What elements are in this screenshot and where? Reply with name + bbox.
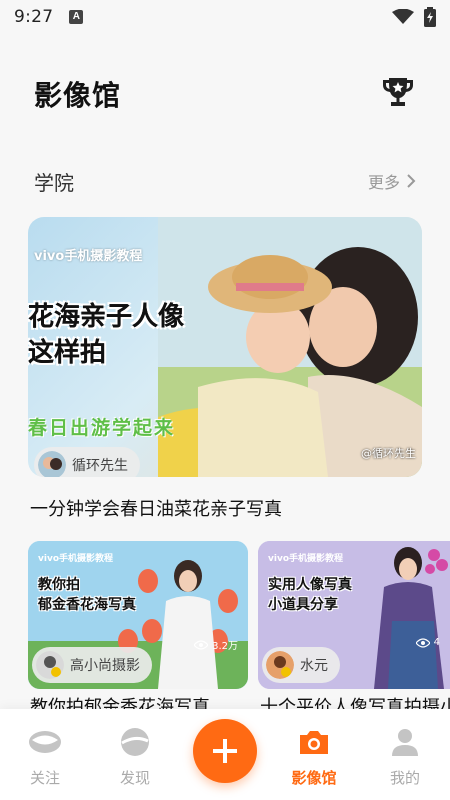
tab-gallery[interactable]: 影像馆: [279, 727, 349, 788]
status-time: 9:27: [14, 7, 54, 27]
hero-headline: 花海亲子人像 这样拍: [28, 299, 184, 371]
tutorial-card[interactable]: vivo手机摄影教程 实用人像写真 小道具分享 4 水元: [258, 541, 450, 689]
view-count: 3.2万: [194, 637, 238, 652]
create-button[interactable]: [193, 719, 257, 783]
avatar: [266, 651, 294, 679]
bottom-tab-bar: 关注 发现 影像馆 我的: [0, 709, 450, 800]
view-count-value: 4: [433, 637, 440, 648]
battery-icon: [424, 7, 436, 27]
page-header: 影像馆: [0, 34, 450, 149]
hero-headline-line2: 这样拍: [28, 338, 107, 368]
status-bar: 9:27 A: [0, 0, 450, 34]
notification-icon: A: [69, 10, 84, 24]
tab-label: 影像馆: [291, 769, 337, 787]
author-name: 水元: [300, 658, 328, 674]
hero-tag: vivo手机摄影教程: [34, 249, 143, 264]
content-area: vivo手机摄影教程 花海亲子人像 这样拍 春日出游学起来 @循环先生 循环先生…: [0, 209, 450, 717]
tab-discover[interactable]: 发现: [100, 727, 170, 788]
discover-icon: [121, 728, 149, 756]
author-chip[interactable]: 高小尚摄影: [32, 647, 152, 683]
hero-caption[interactable]: 一分钟学会春日油菜花亲子写真: [30, 495, 282, 521]
eye-icon: [194, 639, 209, 650]
card-headline-line2: 小道具分享: [268, 597, 338, 613]
chevron-right-icon: [407, 174, 416, 188]
academy-section-header: 学院 更多: [0, 149, 450, 209]
view-count-value: 3.2万: [212, 641, 238, 652]
page-title: 影像馆: [34, 79, 122, 112]
plus-icon: [213, 739, 237, 763]
card-headline-line2: 郁金香花海写真: [38, 597, 136, 613]
card-tag: vivo手机摄影教程: [38, 554, 114, 564]
wifi-icon: [392, 9, 414, 24]
section-title: 学院: [34, 171, 74, 195]
author-name: 循环先生: [72, 458, 128, 474]
hero-headline-line1: 花海亲子人像: [28, 302, 185, 332]
view-count: 4: [415, 637, 440, 648]
status-icons: [392, 7, 436, 27]
card-headline-line1: 实用人像写真: [268, 577, 352, 593]
follow-icon: [29, 731, 61, 753]
camera-icon: [300, 731, 328, 754]
profile-icon: [392, 729, 418, 756]
author-name: 高小尚摄影: [70, 658, 140, 674]
avatar: [36, 651, 64, 679]
tutorial-card[interactable]: vivo手机摄影教程 教你拍 郁金香花海写真 3.2万 高小尚摄影: [28, 541, 248, 689]
author-chip[interactable]: 循环先生: [34, 447, 140, 477]
eye-icon: [415, 637, 430, 648]
hero-credit: @循环先生: [361, 447, 416, 460]
author-chip[interactable]: 水元: [262, 647, 340, 683]
avatar: [38, 451, 66, 477]
card-headline-line1: 教你拍: [38, 577, 80, 593]
hero-photo: [158, 217, 422, 477]
featured-tutorial-card[interactable]: vivo手机摄影教程 花海亲子人像 这样拍 春日出游学起来 @循环先生 循环先生: [28, 217, 422, 477]
tab-follow[interactable]: 关注: [10, 727, 80, 788]
tab-label: 我的: [389, 769, 420, 787]
tab-label: 发现: [119, 769, 150, 787]
tab-profile[interactable]: 我的: [370, 727, 440, 788]
trophy-icon[interactable]: [380, 74, 416, 110]
hero-subheadline: 春日出游学起来: [28, 417, 176, 439]
tab-label: 关注: [29, 769, 60, 787]
card-tag: vivo手机摄影教程: [268, 554, 344, 564]
more-label: 更多: [367, 173, 400, 192]
card-headline: 实用人像写真 小道具分享: [268, 575, 352, 615]
more-button[interactable]: 更多: [368, 169, 416, 193]
card-headline: 教你拍 郁金香花海写真: [38, 575, 136, 615]
